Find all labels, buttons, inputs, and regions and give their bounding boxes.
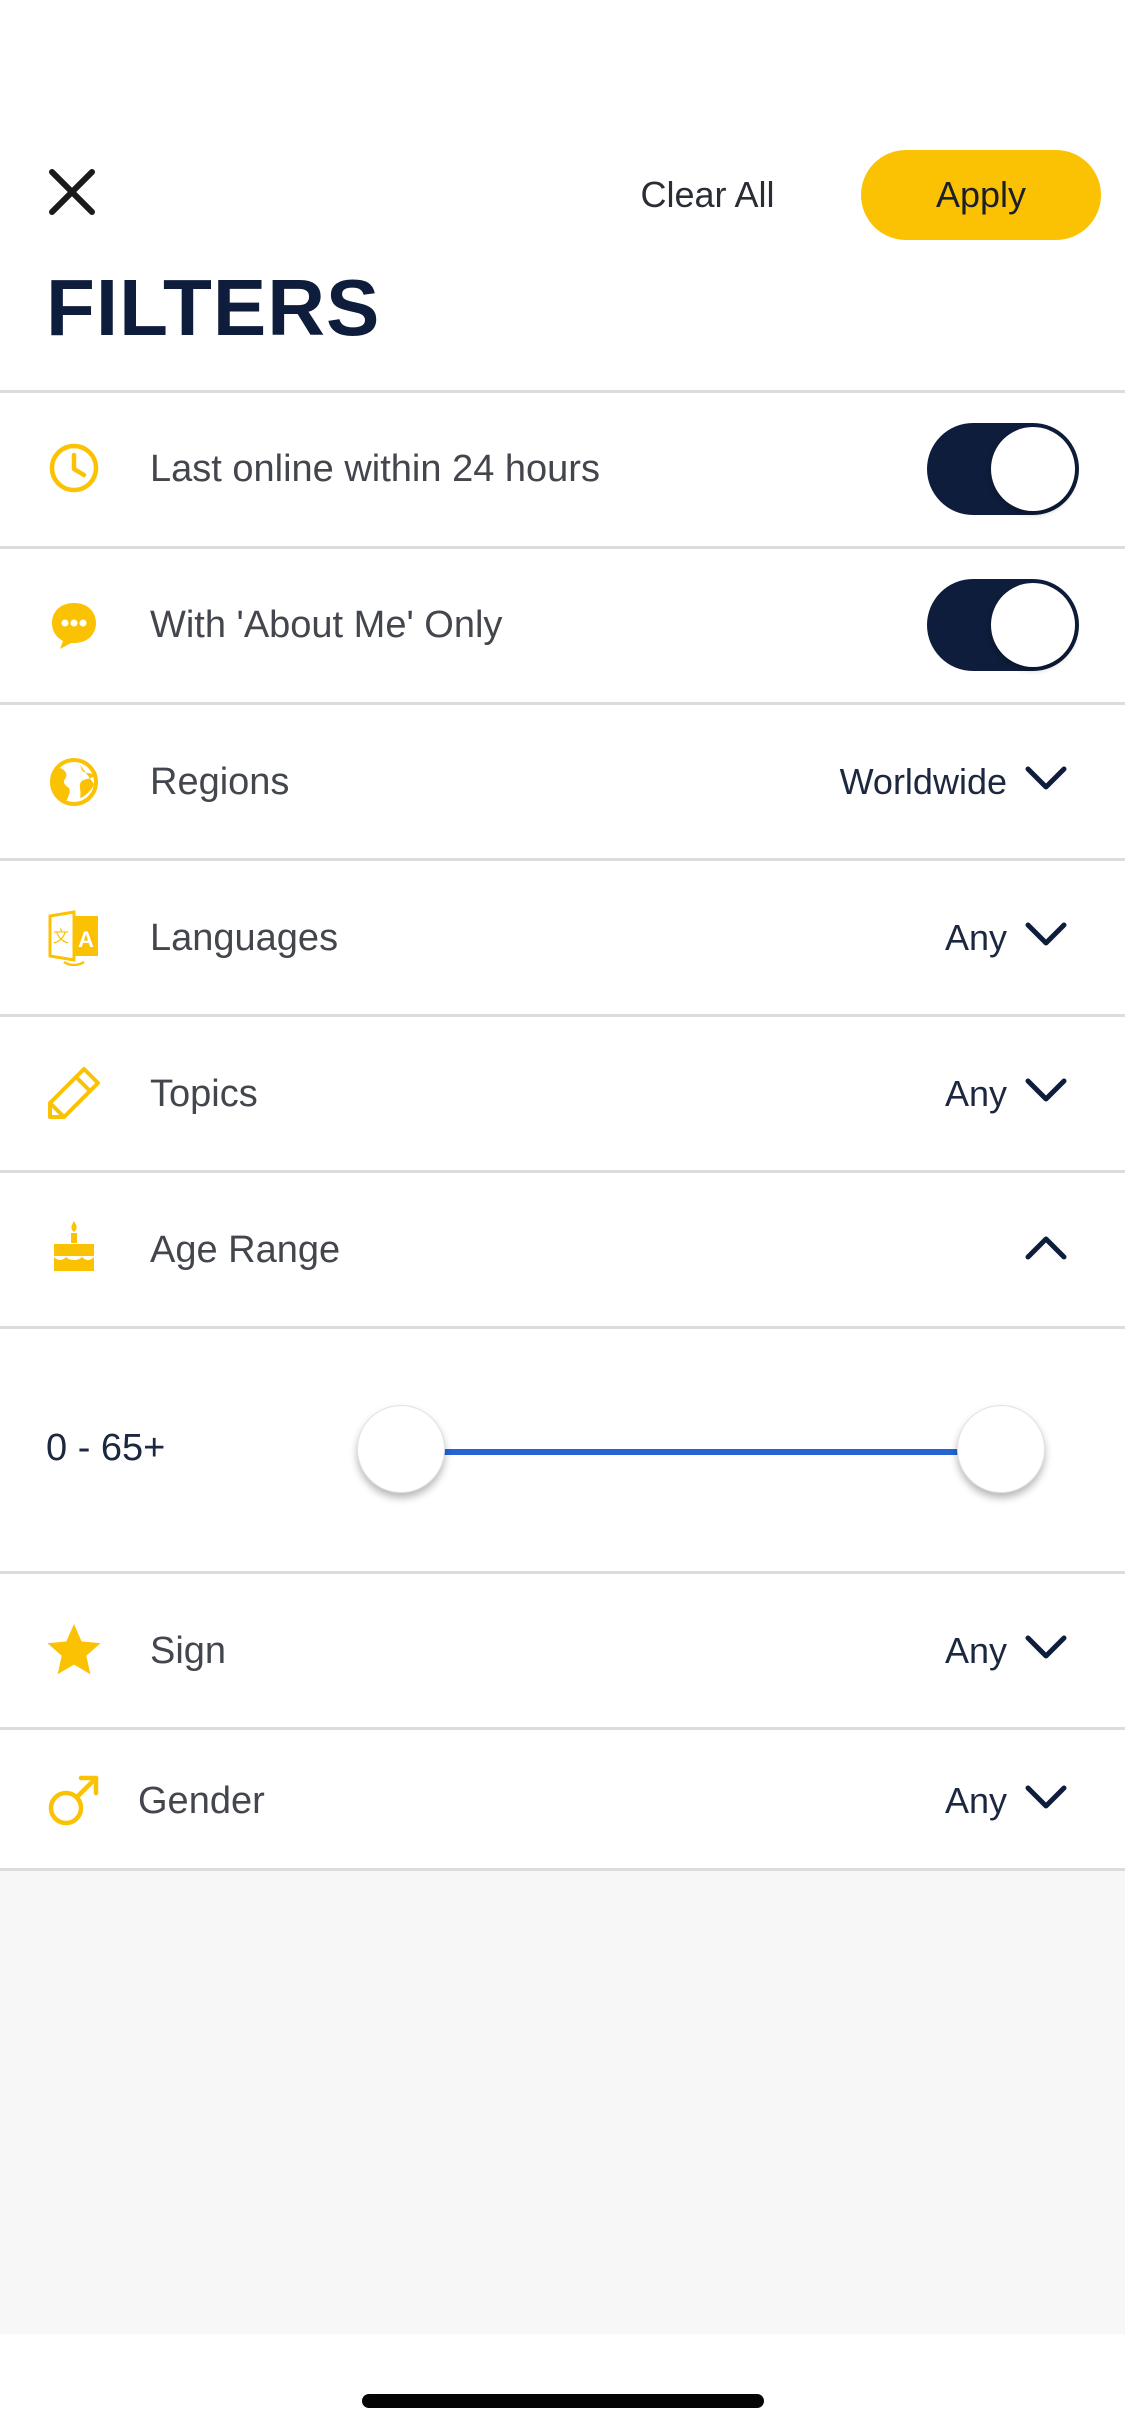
clear-all-button[interactable]: Clear All <box>610 150 805 240</box>
filter-label: Gender <box>138 1780 265 1822</box>
regions-value: Worldwide <box>839 761 1007 802</box>
filter-label: Age Range <box>150 1229 341 1271</box>
chevron-down-icon[interactable] <box>1018 1770 1074 1826</box>
filter-row-languages[interactable]: A 文 Languages Any <box>0 861 1125 1013</box>
divider <box>0 1326 1125 1329</box>
chat-bubble-icon <box>52 603 96 649</box>
filter-row-last-online[interactable]: Last online within 24 hours <box>0 393 1125 545</box>
filter-label: Regions <box>150 761 290 803</box>
filter-label: Last online within 24 hours <box>150 448 600 490</box>
topics-value: Any <box>944 1073 1007 1114</box>
filter-row-gender[interactable]: Gender Any <box>0 1730 1125 1868</box>
slider-min-thumb[interactable] <box>357 1405 445 1493</box>
filter-row-age-range[interactable]: Age Range <box>0 1173 1125 1325</box>
toggle-knob <box>991 583 1075 667</box>
svg-text:文: 文 <box>53 927 69 946</box>
slider-max-thumb[interactable] <box>957 1405 1045 1493</box>
empty-area <box>0 1871 1125 2334</box>
clock-icon <box>49 443 99 493</box>
filter-row-topics[interactable]: Topics Any <box>0 1017 1125 1169</box>
filter-label: With 'About Me' Only <box>150 604 503 646</box>
translate-icon: A 文 <box>48 910 98 966</box>
chevron-down-icon[interactable] <box>1018 1063 1074 1119</box>
last-online-toggle[interactable] <box>927 423 1079 515</box>
svg-text:A: A <box>78 927 94 952</box>
page-title: FILTERS <box>46 263 381 352</box>
chevron-up-icon[interactable] <box>1018 1219 1074 1275</box>
chevron-down-icon[interactable] <box>1018 751 1074 807</box>
age-range-slider-panel: 0 - 65+ <box>0 1333 1125 1571</box>
apply-button[interactable]: Apply <box>861 150 1101 240</box>
home-indicator <box>362 2394 764 2408</box>
filter-label: Sign <box>150 1630 227 1672</box>
about-me-toggle[interactable] <box>927 579 1079 671</box>
chevron-down-icon[interactable] <box>1018 1620 1074 1676</box>
male-symbol-icon <box>48 1775 99 1826</box>
top-bar: Clear All Apply <box>0 0 1125 260</box>
close-icon <box>49 169 95 215</box>
toggle-knob <box>991 427 1075 511</box>
star-icon <box>47 1624 101 1675</box>
slider-selected-range <box>400 1449 1000 1455</box>
filter-label: Topics <box>150 1073 258 1115</box>
filter-label: Languages <box>150 917 339 959</box>
globe-icon <box>50 758 98 806</box>
cake-icon <box>54 1221 94 1271</box>
gender-value: Any <box>944 1780 1007 1821</box>
filter-row-sign[interactable]: Sign Any <box>0 1574 1125 1726</box>
languages-value: Any <box>944 917 1007 958</box>
sign-value: Any <box>944 1630 1007 1671</box>
close-button[interactable] <box>40 160 104 224</box>
pencil-icon <box>48 1067 100 1119</box>
age-range-value: 0 - 65+ <box>46 1427 166 1469</box>
filter-row-about-me[interactable]: With 'About Me' Only <box>0 549 1125 701</box>
filter-row-regions[interactable]: Regions Worldwide <box>0 705 1125 857</box>
chevron-down-icon[interactable] <box>1018 907 1074 963</box>
